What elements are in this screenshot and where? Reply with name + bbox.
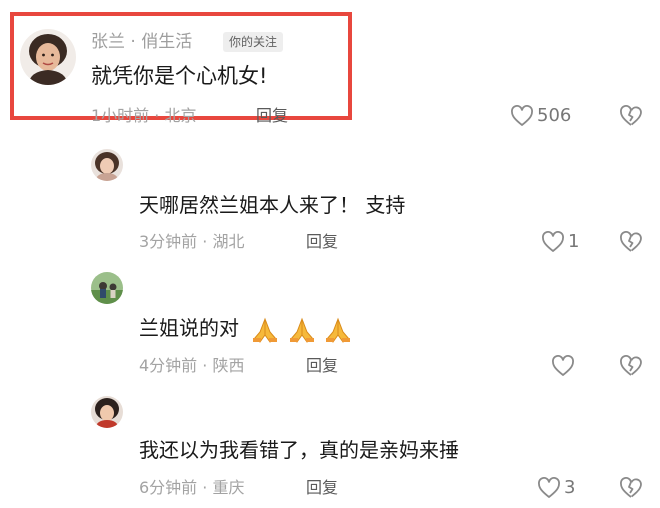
like-button[interactable]: 3 — [537, 477, 575, 499]
comment-meta: 6分钟前 · 重庆 — [139, 478, 245, 497]
heart-icon — [538, 477, 560, 498]
dislike-button[interactable] — [619, 105, 643, 131]
comment-text: 天哪居然兰姐本人来了！ 支持 — [139, 193, 406, 217]
like-button[interactable]: 1 — [541, 231, 579, 253]
comment-thread: 张兰 · 俏生活 你的关注 就凭你是个心机女! 1小时前 · 北京 回复 506… — [0, 0, 660, 508]
broken-heart-icon — [620, 105, 642, 126]
dislike-button[interactable] — [619, 477, 643, 503]
like-count: 3 — [564, 477, 576, 498]
avatar-reply-1[interactable] — [91, 149, 123, 181]
reply-button[interactable]: 回复 — [306, 478, 338, 498]
broken-heart-icon — [620, 355, 642, 376]
comment-meta: 1小时前 · 北京 — [91, 106, 197, 125]
heart-icon — [542, 231, 564, 252]
like-count: 506 — [537, 105, 572, 126]
dislike-button[interactable] — [619, 355, 643, 381]
folded-hands-icon — [326, 317, 351, 343]
like-button[interactable]: 506 — [510, 105, 571, 127]
reply-button[interactable]: 回复 — [306, 356, 338, 376]
like-button[interactable] — [551, 355, 578, 377]
comment-meta: 3分钟前 · 湖北 — [139, 232, 245, 251]
heart-icon — [552, 355, 574, 376]
comment-text-body: 兰姐说的对 — [139, 316, 239, 340]
avatar-reply-2[interactable] — [91, 272, 123, 304]
folded-hands-icon — [289, 317, 314, 343]
folded-hands-icon — [253, 317, 278, 343]
heart-icon — [511, 105, 533, 126]
avatar-zhanglan[interactable] — [20, 29, 76, 85]
reply-button[interactable]: 回复 — [256, 106, 288, 126]
avatar-reply-3[interactable] — [91, 396, 123, 428]
reply-button[interactable]: 回复 — [306, 232, 338, 252]
comment-text: 我还以为我看错了，真的是亲妈来捶 — [139, 438, 459, 462]
following-badge: 你的关注 — [223, 32, 284, 52]
comment-text: 兰姐说的对 — [139, 314, 352, 343]
broken-heart-icon — [620, 477, 642, 498]
comment-author[interactable]: 张兰 · 俏生活 — [91, 31, 192, 53]
like-count: 1 — [568, 231, 580, 252]
comment-meta: 4分钟前 · 陕西 — [139, 356, 245, 375]
dislike-button[interactable] — [619, 231, 643, 257]
broken-heart-icon — [620, 231, 642, 252]
comment-text: 就凭你是个心机女! — [91, 64, 268, 88]
